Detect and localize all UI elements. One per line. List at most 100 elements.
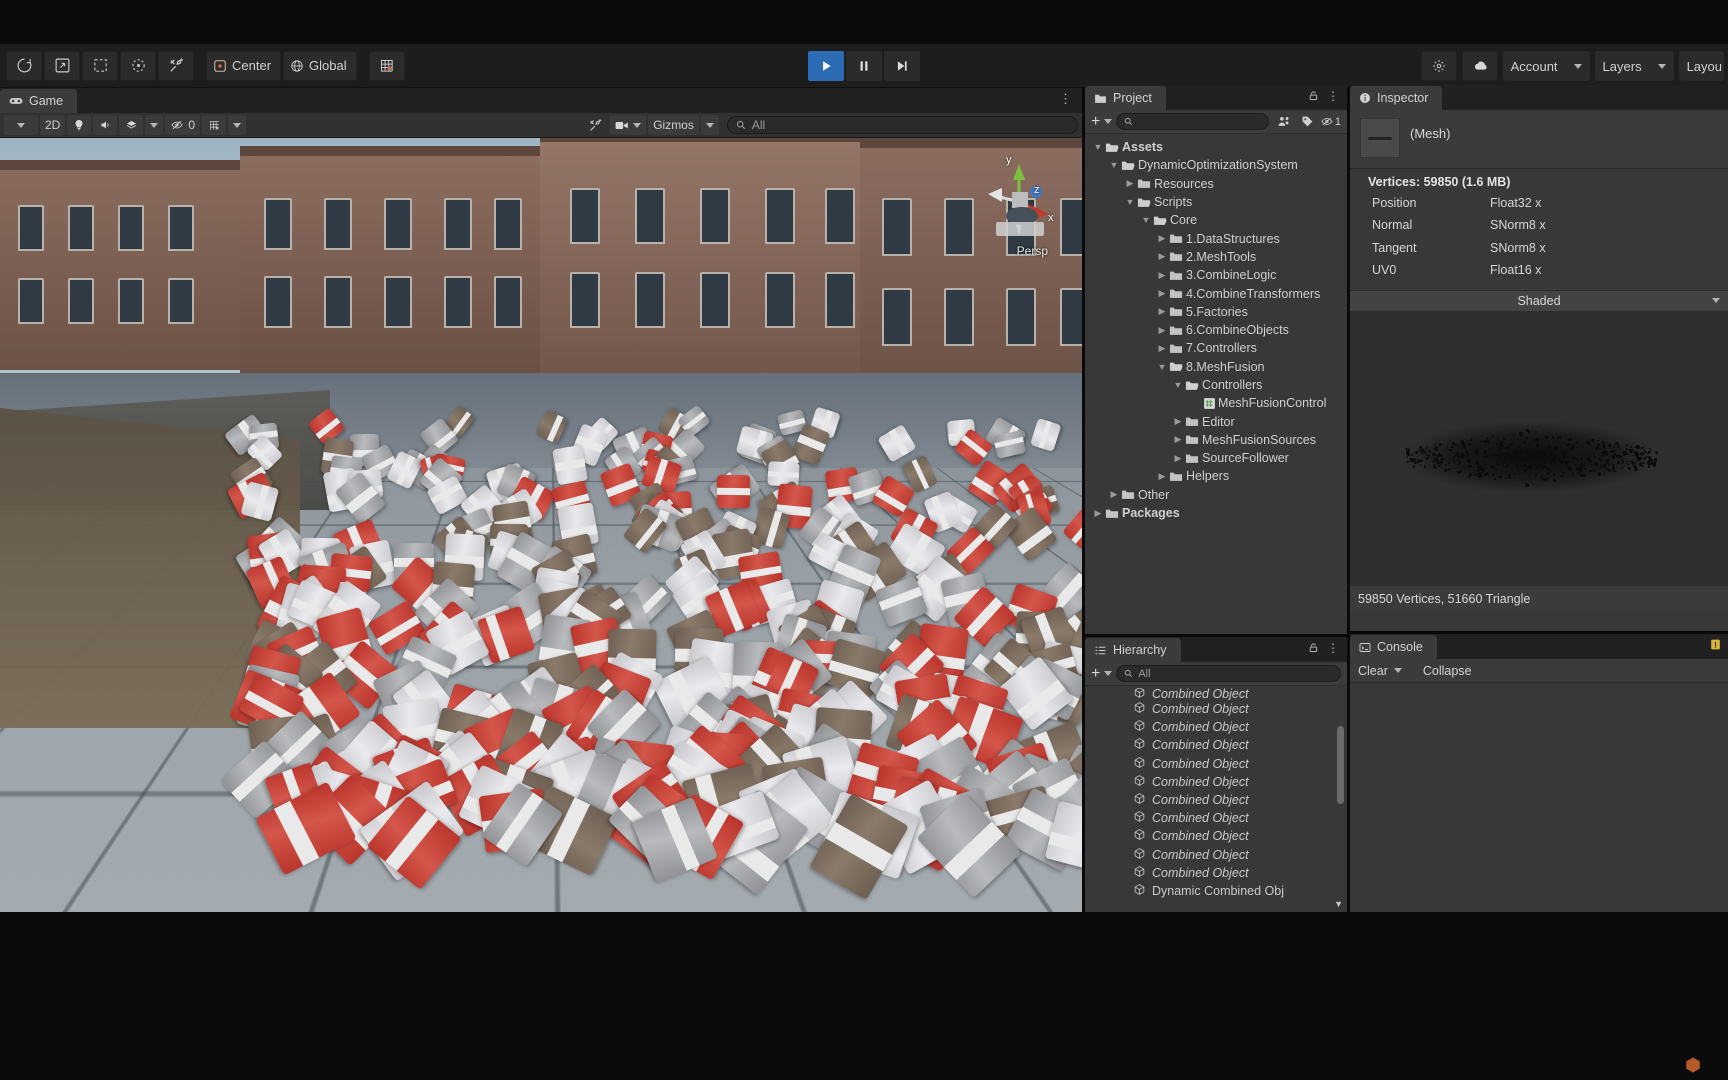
- chevron-right-icon[interactable]: [1155, 251, 1169, 262]
- filter-by-type-icon[interactable]: [1273, 113, 1293, 131]
- hierarchy-list-item[interactable]: Combined Object: [1085, 736, 1347, 754]
- gizmos-grid-dropdown[interactable]: [228, 115, 246, 135]
- hierarchy-list-item[interactable]: Combined Object: [1085, 827, 1347, 845]
- collapse-button[interactable]: Collapse: [1423, 664, 1472, 678]
- project-tree-item[interactable]: Resources: [1085, 175, 1347, 193]
- unity-app-icon[interactable]: [1684, 1056, 1702, 1074]
- lighting-toggle[interactable]: [67, 115, 91, 135]
- chevron-right-icon[interactable]: [1171, 416, 1185, 427]
- chevron-right-icon[interactable]: [1155, 306, 1169, 317]
- tab-inspector[interactable]: Inspector: [1350, 86, 1442, 110]
- project-tree-item[interactable]: DynamicOptimizationSystem: [1085, 156, 1347, 174]
- layers-dropdown[interactable]: Layers: [1595, 51, 1674, 81]
- project-tree-item[interactable]: MeshFusionSources: [1085, 431, 1347, 449]
- chevron-right-icon[interactable]: [1155, 270, 1169, 281]
- scene-visibility-icon[interactable]: [1421, 51, 1457, 81]
- chevron-down-icon[interactable]: [1104, 671, 1112, 676]
- project-tree-item[interactable]: Editor: [1085, 412, 1347, 430]
- chevron-right-icon[interactable]: [1107, 489, 1121, 500]
- tab-console[interactable]: Console: [1350, 635, 1437, 659]
- project-tree-item[interactable]: 5.Factories: [1085, 303, 1347, 321]
- step-button[interactable]: [884, 51, 920, 81]
- lock-icon[interactable]: [1308, 89, 1319, 105]
- pause-button[interactable]: [846, 51, 882, 81]
- project-tree-item[interactable]: 4.CombineTransformers: [1085, 284, 1347, 302]
- console-log-list[interactable]: [1350, 683, 1728, 912]
- play-button[interactable]: [808, 51, 844, 81]
- chevron-down-icon[interactable]: [1104, 119, 1112, 124]
- audio-toggle[interactable]: [93, 115, 117, 135]
- chevron-right-icon[interactable]: [1171, 434, 1185, 445]
- project-tree-item[interactable]: 1.DataStructures: [1085, 229, 1347, 247]
- game-render-canvas[interactable]: y z x Persp: [0, 138, 1082, 912]
- gizmos-dropdown[interactable]: [701, 115, 719, 135]
- project-tree-item[interactable]: 6.CombineObjects: [1085, 321, 1347, 339]
- handle-space-button[interactable]: Global: [283, 51, 357, 81]
- project-tree-item[interactable]: SourceFollower: [1085, 449, 1347, 467]
- chevron-right-icon[interactable]: [1171, 453, 1185, 464]
- layout-dropdown[interactable]: Layou: [1679, 51, 1724, 81]
- hierarchy-list-item[interactable]: Combined Object: [1085, 791, 1347, 809]
- chevron-down-icon[interactable]: [1171, 380, 1185, 390]
- hierarchy-list-item[interactable]: Combined Object: [1085, 688, 1347, 700]
- game-view-menu-icon[interactable]: ⋮: [1059, 93, 1072, 105]
- hand-tool-button[interactable]: [6, 51, 42, 81]
- chevron-down-icon[interactable]: [1139, 215, 1153, 225]
- chevron-down-icon[interactable]: [1091, 142, 1105, 152]
- effects-toggle[interactable]: [119, 115, 143, 135]
- move-tool-button[interactable]: [44, 51, 80, 81]
- project-tree-item[interactable]: 7.Controllers: [1085, 339, 1347, 357]
- chevron-down-icon[interactable]: [1155, 362, 1169, 372]
- project-tree-item[interactable]: Helpers: [1085, 467, 1347, 485]
- hierarchy-scrollbar[interactable]: [1337, 726, 1344, 804]
- hidden-packages-toggle[interactable]: 1: [1321, 113, 1341, 131]
- chevron-right-icon[interactable]: [1155, 288, 1169, 299]
- chevron-right-icon[interactable]: [1155, 471, 1169, 482]
- hierarchy-list-item[interactable]: Combined Object: [1085, 718, 1347, 736]
- hierarchy-list-item[interactable]: Combined Object: [1085, 846, 1347, 864]
- project-tree-item[interactable]: 3.CombineLogic: [1085, 266, 1347, 284]
- add-gameobject-button[interactable]: +: [1091, 667, 1100, 681]
- project-tree-item[interactable]: Other: [1085, 486, 1347, 504]
- cloud-services-icon[interactable]: [1462, 51, 1498, 81]
- gizmos-grid-icon[interactable]: [202, 115, 226, 135]
- project-asset-tree[interactable]: Assets DynamicOptimizationSystem Resources…: [1085, 134, 1347, 522]
- custom-tool-button[interactable]: [158, 51, 194, 81]
- filter-by-label-icon[interactable]: [1297, 113, 1317, 131]
- camera-projection-label[interactable]: Persp: [1017, 244, 1048, 258]
- preview-shading-dropdown[interactable]: Shaded: [1350, 290, 1728, 312]
- chevron-right-icon[interactable]: [1155, 233, 1169, 244]
- project-tree-item[interactable]: Scripts: [1085, 193, 1347, 211]
- hierarchy-list-item[interactable]: Combined Object: [1085, 755, 1347, 773]
- chevron-down-icon[interactable]: [1394, 668, 1402, 673]
- project-menu-icon[interactable]: ⋮: [1327, 89, 1339, 105]
- error-pause-icon[interactable]: [1709, 638, 1722, 654]
- project-tree-item[interactable]: Controllers: [1085, 376, 1347, 394]
- chevron-down-icon[interactable]: [1123, 197, 1137, 207]
- toggle-2d-button[interactable]: 2D: [40, 115, 65, 135]
- add-asset-button[interactable]: +: [1091, 115, 1100, 129]
- chevron-down-icon[interactable]: [1107, 160, 1121, 170]
- hierarchy-list-item[interactable]: Combined Object: [1085, 700, 1347, 718]
- chevron-right-icon[interactable]: [1155, 343, 1169, 354]
- project-tree-item[interactable]: 2.MeshTools: [1085, 248, 1347, 266]
- project-search-input[interactable]: [1116, 113, 1269, 130]
- project-tree-item[interactable]: MeshFusionControl: [1085, 394, 1347, 412]
- camera-dropdown[interactable]: [610, 115, 646, 135]
- chevron-down-icon[interactable]: ▼: [1334, 899, 1343, 909]
- scene-orientation-gizmo[interactable]: y z x: [976, 156, 1062, 242]
- project-tree-item[interactable]: Core: [1085, 211, 1347, 229]
- hierarchy-list-item[interactable]: Combined Object: [1085, 773, 1347, 791]
- project-tree-item[interactable]: 8.MeshFusion: [1085, 358, 1347, 376]
- account-dropdown[interactable]: Account: [1503, 51, 1590, 81]
- hierarchy-object-list[interactable]: Combined Object Combined Object Combined O…: [1085, 686, 1347, 912]
- scene-tools-icon[interactable]: [583, 115, 608, 135]
- chevron-right-icon[interactable]: [1123, 178, 1137, 189]
- hierarchy-list-item[interactable]: Dynamic Combined Obj: [1085, 882, 1347, 900]
- scale-tool-button[interactable]: [120, 51, 156, 81]
- hierarchy-list-item[interactable]: Combined Object: [1085, 864, 1347, 882]
- project-tree-item[interactable]: Assets: [1085, 138, 1347, 156]
- grid-snap-button[interactable]: [369, 51, 405, 81]
- chevron-right-icon[interactable]: [1091, 508, 1105, 519]
- hierarchy-list-item[interactable]: Combined Object: [1085, 809, 1347, 827]
